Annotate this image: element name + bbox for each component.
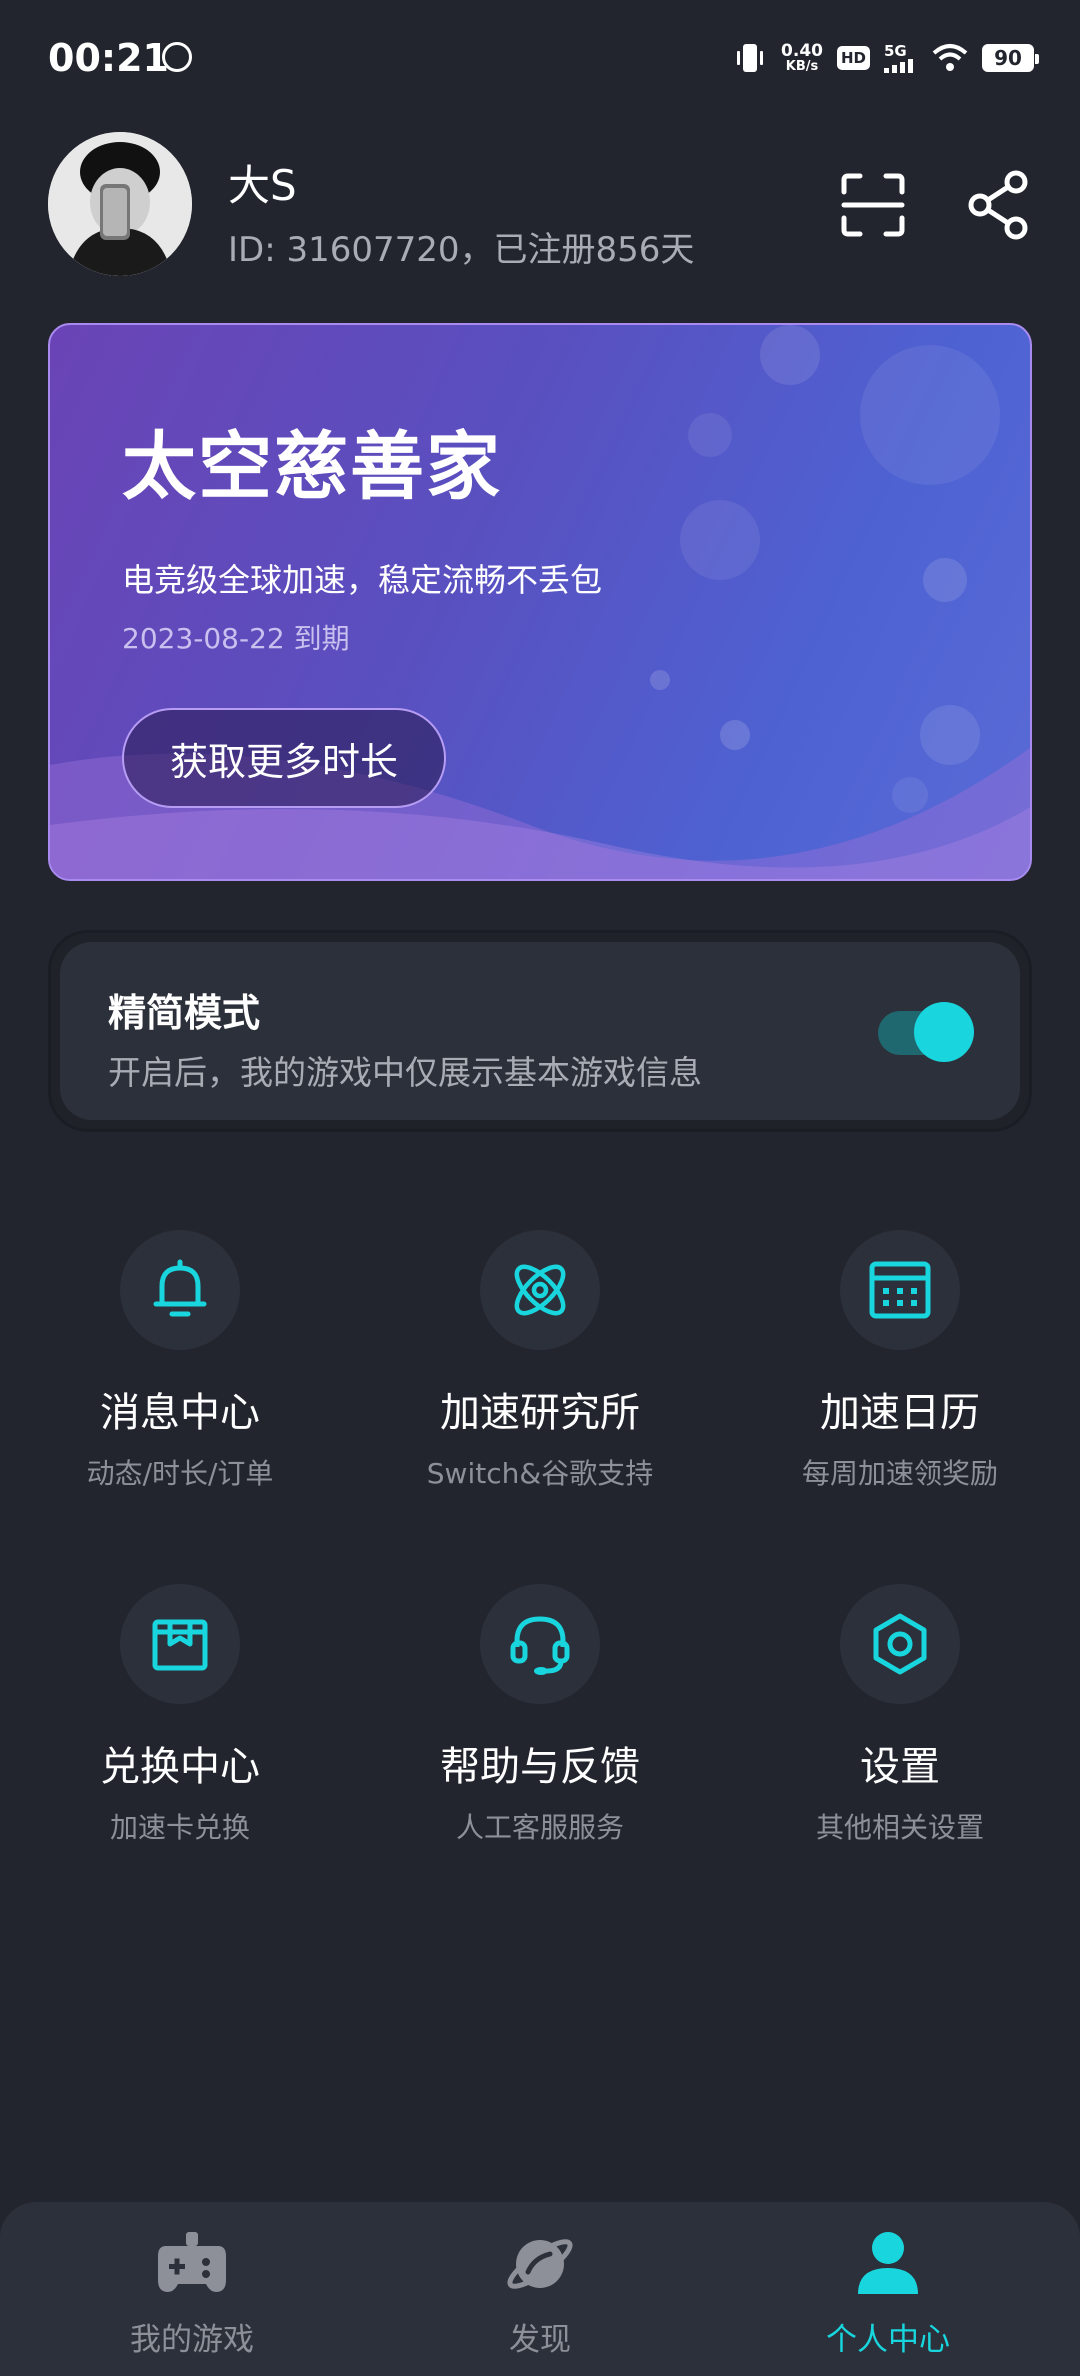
atom-icon	[480, 1230, 600, 1350]
nav-my-games[interactable]: 我的游戏	[72, 2228, 312, 2358]
signal-bars-icon	[884, 58, 913, 73]
headset-icon	[480, 1584, 600, 1704]
grid-sublabel: 其他相关设置	[815, 1811, 984, 1844]
grid-label: 消息中心	[100, 1390, 260, 1436]
nav-label: 发现	[509, 2322, 571, 2358]
simple-mode-title: 精简模式	[108, 991, 261, 1035]
nav-label: 个人中心	[826, 2322, 950, 2358]
grid-sublabel: 加速卡兑换	[109, 1811, 250, 1844]
nav-label: 我的游戏	[130, 2322, 254, 2358]
user-name: 大S	[228, 161, 297, 210]
battery-level: 90	[994, 46, 1022, 70]
nav-discover[interactable]: 发现	[420, 2228, 660, 2358]
cell-signal: 5G	[884, 41, 918, 73]
membership-expiry: 2023-08-22 到期	[122, 622, 350, 655]
grid-label: 加速日历	[820, 1390, 980, 1436]
gift-box-icon	[120, 1584, 240, 1704]
grid-sublabel: 人工客服服务	[455, 1811, 624, 1844]
grid-label: 加速研究所	[440, 1390, 640, 1436]
status-icons: 0.40 KB/s HD 5G 90	[733, 36, 1039, 80]
grid-item-settings[interactable]: 设置 其他相关设置	[720, 1584, 1080, 1884]
calendar-icon	[840, 1230, 960, 1350]
toggle-knob[interactable]	[914, 1002, 974, 1062]
net-speed: 0.40 KB/s	[781, 41, 823, 74]
vibrate-icon	[737, 44, 764, 72]
nav-profile[interactable]: 个人中心	[768, 2228, 1008, 2358]
grid-item-message-center[interactable]: 消息中心 动态/时长/订单	[0, 1230, 360, 1530]
share-icon[interactable]	[966, 170, 1032, 240]
hex-nut-icon	[840, 1584, 960, 1704]
net-speed-unit: KB/s	[785, 59, 819, 74]
grid-label: 帮助与反馈	[440, 1744, 640, 1790]
grid-item-acceleration-calendar[interactable]: 加速日历 每周加速领奖励	[720, 1230, 1080, 1530]
network-type: 5G	[884, 41, 907, 60]
app-notification-icon	[162, 42, 192, 72]
grid-sublabel: 每周加速领奖励	[801, 1457, 998, 1490]
membership-banner[interactable]: 太空慈善家 电竞级全球加速，稳定流畅不丢包 2023-08-22 到期 获取更多…	[48, 323, 1032, 881]
planet-icon	[507, 2239, 573, 2289]
grid-sublabel: Switch&谷歌支持	[426, 1457, 654, 1490]
grid-label: 设置	[860, 1744, 940, 1790]
person-icon	[858, 2232, 918, 2294]
gamepad-icon	[158, 2232, 226, 2292]
grid-item-redeem-center[interactable]: 兑换中心 加速卡兑换	[0, 1584, 360, 1884]
status-time: 00:21	[48, 36, 169, 80]
get-more-time-button[interactable]: 获取更多时长	[122, 708, 446, 808]
grid-item-acceleration-lab[interactable]: 加速研究所 Switch&谷歌支持	[360, 1230, 720, 1530]
grid-item-help-feedback[interactable]: 帮助与反馈 人工客服服务	[360, 1584, 720, 1884]
bell-icon	[120, 1230, 240, 1350]
status-bar: 00:21 0.40 KB/s HD 5G 90	[0, 0, 1080, 120]
scan-icon[interactable]	[840, 172, 906, 238]
battery-icon: 90	[982, 44, 1039, 72]
hd-badge: HD	[836, 46, 870, 70]
bottom-navigation: 我的游戏 发现 个人中心	[0, 2202, 1080, 2376]
grid-label: 兑换中心	[100, 1744, 260, 1790]
user-id-info: ID: 31607720，已注册856天	[228, 230, 695, 270]
simple-mode-description: 开启后，我的游戏中仅展示基本游戏信息	[108, 1053, 702, 1092]
membership-subtitle: 电竞级全球加速，稳定流畅不丢包	[122, 561, 603, 599]
wifi-icon	[932, 44, 968, 71]
grid-sublabel: 动态/时长/订单	[86, 1457, 274, 1490]
net-speed-value: 0.40	[781, 41, 823, 61]
avatar[interactable]	[48, 132, 192, 276]
membership-title: 太空慈善家	[122, 424, 502, 510]
